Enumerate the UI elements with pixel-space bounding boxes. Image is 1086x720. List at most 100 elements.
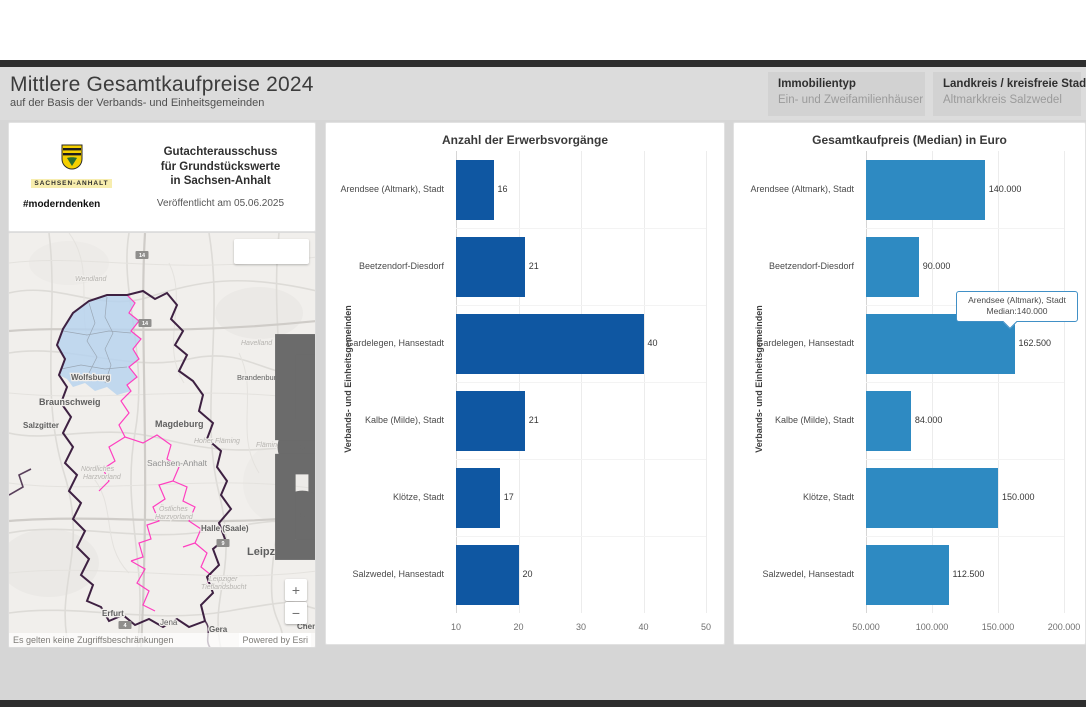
bar[interactable] [456, 391, 525, 451]
road-shield: 14 [136, 251, 149, 259]
gridline [1064, 151, 1065, 613]
value-label: 150.000 [1002, 492, 1035, 502]
sachsen-anhalt-logo: SACHSEN-ANHALT #moderndenken [9, 144, 134, 210]
coat-of-arms-icon [61, 144, 83, 170]
category-label: Klötze, Stadt [734, 492, 854, 502]
zoom-out-button[interactable]: − [285, 602, 307, 624]
x-axis-tick-label: 10 [451, 622, 461, 632]
row-separator [456, 228, 706, 229]
category-label: Kalbe (Milde), Stadt [326, 415, 444, 425]
value-label: 21 [529, 261, 539, 271]
chart-title: Gesamtkaufpreis (Median) in Euro [734, 133, 1085, 147]
row-separator [456, 459, 706, 460]
map-region-label: Sachsen-Anhalt [147, 458, 208, 468]
row-separator [456, 382, 706, 383]
info-card: SACHSEN-ANHALT #moderndenken Gutachterau… [8, 122, 316, 232]
row-separator [866, 536, 1064, 537]
bar[interactable] [866, 237, 919, 297]
category-label: Arendsee (Altmark), Stadt [326, 184, 444, 194]
x-axis-tick-label: 40 [638, 622, 648, 632]
page-subtitle: auf der Basis der Verbands- und Einheits… [10, 97, 314, 109]
screenshot-canvas: Mittlere Gesamtkaufpreise 2024 auf der B… [0, 0, 1086, 720]
chart-panel-anzahl: Anzahl der Erwerbsvorgänge Verbands- und… [325, 122, 725, 645]
bar[interactable] [866, 468, 998, 528]
map-region-label: Harzvorland [83, 474, 122, 481]
svg-text:14: 14 [142, 321, 149, 327]
attribution-text: Es gelten keine Zugriffsbeschränkungen [13, 633, 173, 647]
road-shield: 9 [217, 539, 230, 547]
svg-text:14: 14 [139, 253, 146, 259]
published-date: Veröffentlicht am 05.06.2025 [134, 198, 307, 209]
bar[interactable] [456, 237, 525, 297]
value-label: 90.000 [923, 261, 951, 271]
bar[interactable] [456, 314, 644, 374]
selector-value: Altmarkkreis Salzwedel [943, 94, 1071, 106]
dashboard: Mittlere Gesamtkaufpreise 2024 auf der B… [0, 67, 1086, 700]
value-label: 21 [529, 415, 539, 425]
map-city-label: Salzgitter [23, 421, 59, 430]
dashboard-header: Mittlere Gesamtkaufpreise 2024 auf der B… [0, 67, 1086, 120]
category-label: Arendsee (Altmark), Stadt [734, 184, 854, 194]
logo-hashtag: #moderndenken [9, 199, 134, 210]
basemap-icon[interactable] [284, 239, 309, 264]
road-shield: 4 [119, 621, 132, 629]
bar[interactable] [456, 468, 500, 528]
category-label: Klötze, Stadt [326, 492, 444, 502]
selector-label: Immobilientyp [778, 78, 915, 90]
row-separator [866, 459, 1064, 460]
row-separator [456, 305, 706, 306]
row-separator [866, 382, 1064, 383]
bar[interactable] [866, 314, 1015, 374]
value-label: 84.000 [915, 415, 943, 425]
bar[interactable] [866, 545, 949, 605]
svg-text:9: 9 [221, 541, 224, 547]
bar[interactable] [866, 391, 911, 451]
tooltip-value: Median:140.000 [959, 306, 1075, 317]
map-region-label: Wendland [75, 276, 108, 283]
bar[interactable] [456, 160, 494, 220]
map-attribution: Es gelten keine Zugriffsbeschränkungen P… [9, 633, 315, 647]
org-line: für Grundstückswerte [134, 160, 307, 175]
zoom-in-button[interactable]: + [285, 579, 307, 601]
bar[interactable] [456, 545, 519, 605]
chart-panel-median: Gesamtkaufpreis (Median) in Euro Verband… [733, 122, 1086, 645]
map-city-label: Erfurt [102, 609, 124, 618]
gridline [706, 151, 707, 613]
category-label: Kalbe (Milde), Stadt [734, 415, 854, 425]
value-label: 140.000 [989, 184, 1022, 194]
map-city-label: Jena [160, 618, 178, 627]
map-zoom-control: + − [285, 579, 307, 625]
map-region-label: Östliches [159, 505, 188, 513]
map-region-label: Nördliches [81, 466, 115, 473]
chart-plot-area: 1020304050Arendsee (Altmark), Stadt16Bee… [326, 151, 706, 641]
value-label: 112.500 [953, 569, 985, 579]
x-axis-tick-label: 20 [513, 622, 523, 632]
selector-label: Landkreis / kreisfreie Stadt [943, 78, 1071, 90]
bar[interactable] [866, 160, 985, 220]
selector-value: Ein- und Zweifamilienhäuser [778, 94, 915, 106]
selector-landkreis[interactable]: Landkreis / kreisfreie Stadt Altmarkkrei… [933, 72, 1081, 116]
page-title: Mittlere Gesamtkaufpreise 2024 [10, 72, 314, 97]
category-label: Beetzendorf-Diesdorf [326, 261, 444, 271]
chart-tooltip: Arendsee (Altmark), Stadt Median:140.000 [956, 291, 1078, 322]
window-bottom-border [0, 700, 1086, 707]
category-label: Salzwedel, Hansestadt [734, 569, 854, 579]
header-titles: Mittlere Gesamtkaufpreise 2024 auf der B… [10, 72, 314, 109]
map-city-label: Magdeburg [155, 419, 204, 429]
category-label: Gardelegen, Hansestadt [734, 338, 854, 348]
chart-plot-area: 50.000100.000150.000200.000Arendsee (Alt… [734, 151, 1064, 641]
map-toolbar [234, 239, 309, 264]
category-label: Beetzendorf-Diesdorf [734, 261, 854, 271]
logo-region-name: SACHSEN-ANHALT [31, 179, 111, 188]
window-top-border [0, 60, 1086, 67]
category-label: Gardelegen, Hansestadt [326, 338, 444, 348]
value-label: 16 [498, 184, 508, 194]
map-panel[interactable]: WendlandHavellandSachsen-AnhaltNördliche… [8, 232, 316, 648]
x-axis-tick-label: 100.000 [916, 622, 949, 632]
selector-immobilientyp[interactable]: Immobilientyp Ein- und Zweifamilienhäuse… [768, 72, 925, 116]
row-separator [866, 228, 1064, 229]
esri-attribution: Powered by Esri [239, 633, 311, 647]
x-axis-tick-label: 30 [576, 622, 586, 632]
tooltip-title: Arendsee (Altmark), Stadt [959, 295, 1075, 306]
map-region-label: Harzvorland [155, 514, 194, 521]
